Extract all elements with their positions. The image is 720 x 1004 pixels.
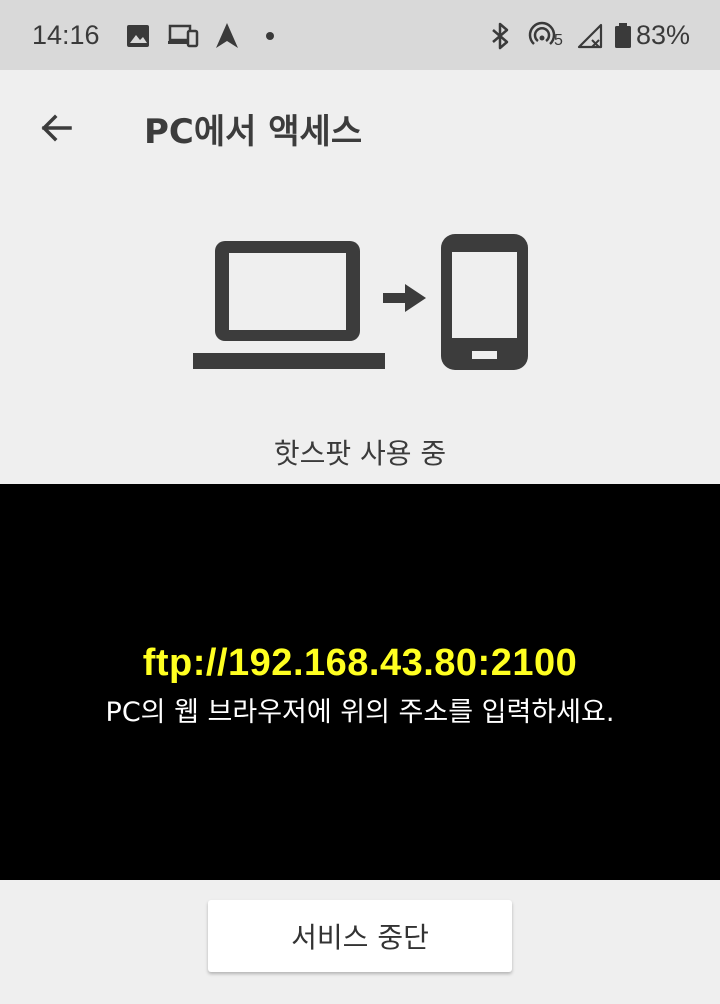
status-bar: 14:16 5 83% xyxy=(0,0,720,70)
laptop-icon xyxy=(193,241,385,369)
pc-to-phone-illustration xyxy=(193,234,528,370)
arrow-right-icon xyxy=(383,284,426,312)
devices-icon xyxy=(168,24,199,48)
navigation-icon xyxy=(216,23,238,48)
dot-icon xyxy=(266,32,274,40)
bluetooth-icon xyxy=(492,22,509,50)
status-time: 14:16 xyxy=(32,20,100,50)
cellular-signal-icon xyxy=(577,23,603,49)
address-panel: ftp://192.168.43.80:2100 PC의 웹 브라우저에 위의 … xyxy=(0,484,720,880)
footer: 서비스 중단 xyxy=(0,880,720,1004)
stop-service-button[interactable]: 서비스 중단 xyxy=(208,900,512,972)
page-title: PC에서 액세스 xyxy=(144,112,363,152)
ftp-instruction: PC의 웹 브라우저에 위의 주소를 입력하세요. xyxy=(105,697,615,728)
arrow-back-icon xyxy=(41,114,72,142)
battery-percent: 83% xyxy=(636,20,691,50)
ftp-address: ftp://192.168.43.80:2100 xyxy=(142,642,578,684)
image-icon xyxy=(127,25,149,47)
phone-icon xyxy=(441,234,528,370)
app-bar: PC에서 액세스 xyxy=(0,70,720,182)
hotspot-clients-count: 5 xyxy=(554,32,563,49)
back-button[interactable] xyxy=(28,100,84,156)
battery-icon xyxy=(615,23,631,48)
wifi-hotspot-icon: 5 xyxy=(528,21,563,49)
connection-status: 핫스팟 사용 중 xyxy=(273,437,447,470)
